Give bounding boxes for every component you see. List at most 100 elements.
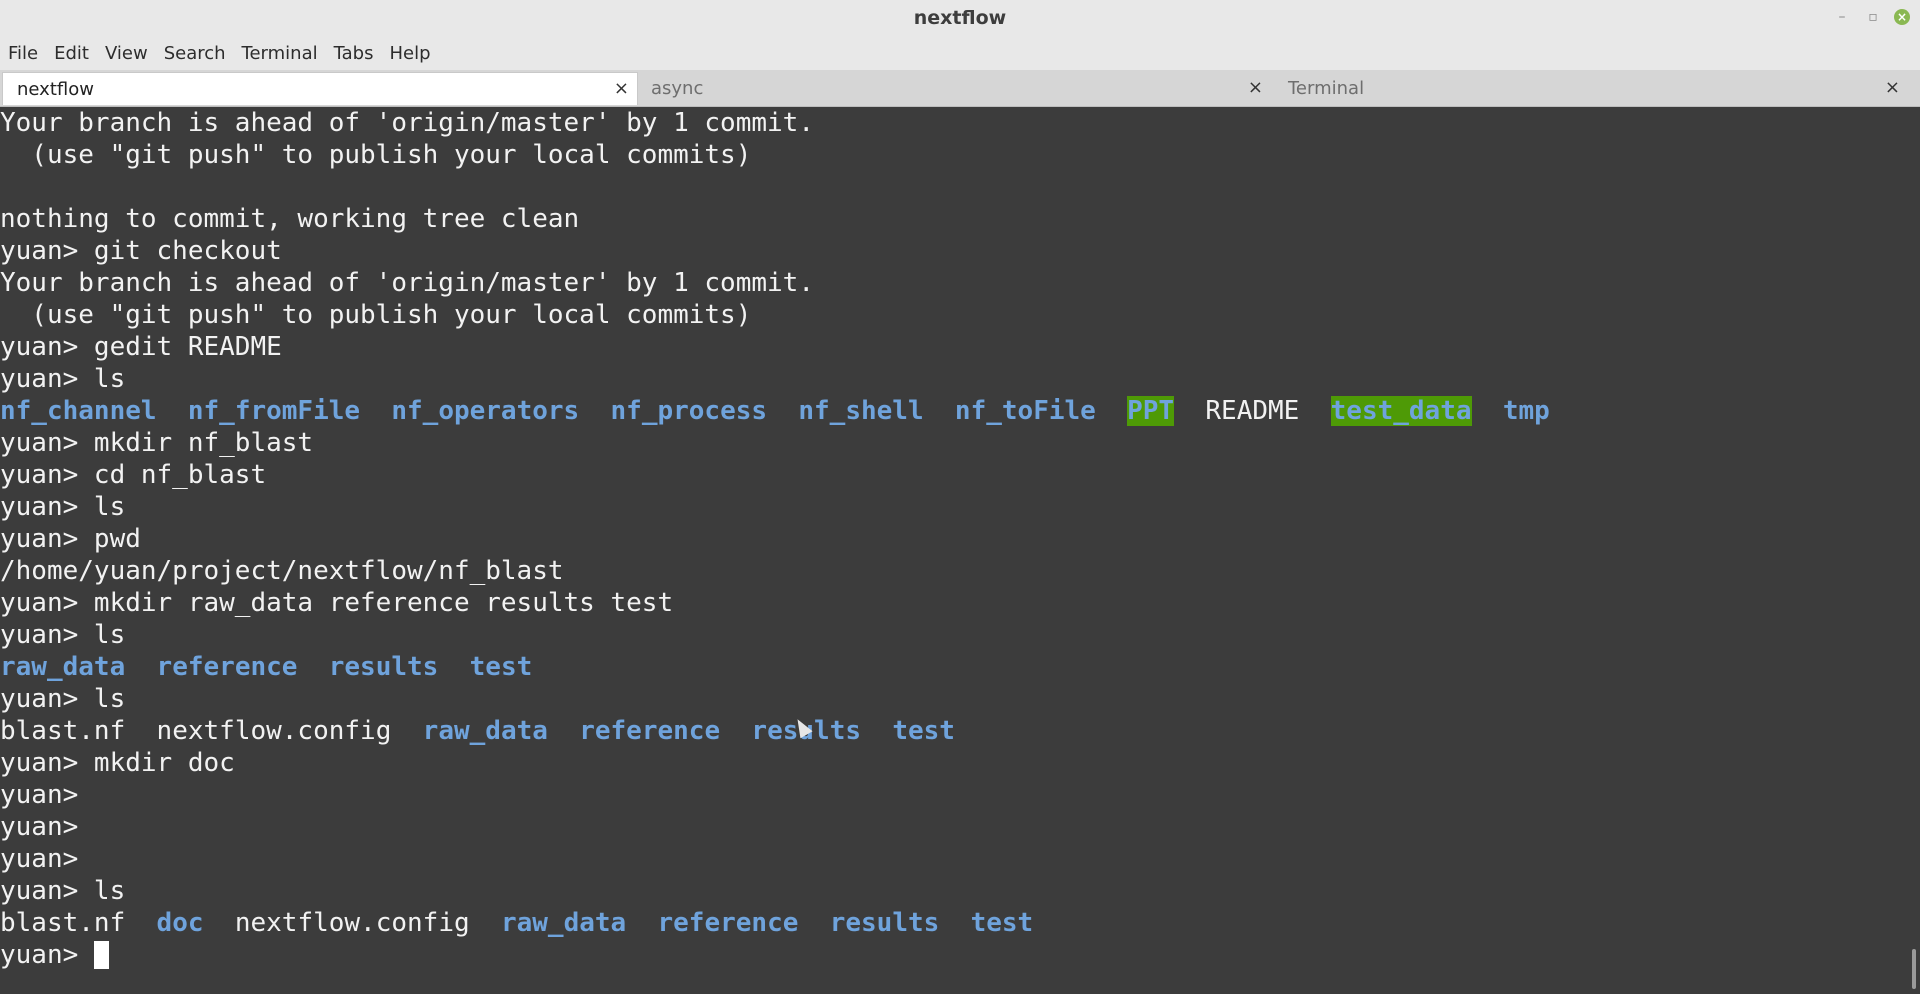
menu-view[interactable]: View bbox=[105, 43, 148, 64]
directory-name: test bbox=[892, 716, 955, 746]
tab-label: async bbox=[651, 78, 704, 99]
directory-name: tmp bbox=[1502, 396, 1550, 426]
terminal-text: yuan> mkdir doc bbox=[0, 748, 235, 778]
close-tab-icon[interactable]: × bbox=[1248, 77, 1263, 98]
directory-name: results bbox=[328, 652, 439, 682]
terminal-line: yuan> bbox=[0, 779, 1908, 811]
tab-label: nextflow bbox=[17, 79, 94, 100]
file-name: blast.nf bbox=[0, 716, 126, 746]
terminal-line: yuan> ls bbox=[0, 619, 1908, 651]
directory-name: nf_channel bbox=[0, 396, 157, 426]
directory-name: raw_data bbox=[0, 652, 126, 682]
directory-name: nf_process bbox=[610, 396, 768, 426]
terminal-text: yuan> bbox=[0, 780, 94, 810]
tab-async[interactable]: async × bbox=[637, 72, 1271, 104]
menu-help[interactable]: Help bbox=[389, 43, 430, 64]
terminal-text: yuan> bbox=[0, 844, 94, 874]
terminal-text: yuan> git checkout bbox=[0, 236, 282, 266]
terminal-text: yuan> gedit README bbox=[0, 332, 282, 362]
terminal-line: nf_channel nf_fromFile nf_operators nf_p… bbox=[0, 395, 1908, 427]
terminal-line: yuan> bbox=[0, 843, 1908, 875]
terminal-text: yuan> bbox=[0, 812, 94, 842]
directory-name: reference bbox=[156, 652, 298, 682]
terminal-text: Your branch is ahead of 'origin/master' … bbox=[0, 108, 814, 138]
scrollbar-thumb[interactable] bbox=[1912, 949, 1916, 989]
directory-name: test bbox=[970, 908, 1034, 938]
terminal-line: yuan> mkdir raw_data reference results t… bbox=[0, 587, 1908, 619]
highlighted-directory: PPT bbox=[1127, 396, 1175, 426]
menu-terminal[interactable]: Terminal bbox=[242, 43, 318, 64]
directory-name: nf_shell bbox=[798, 396, 924, 426]
terminal-line: yuan> gedit README bbox=[0, 331, 1908, 363]
terminal-text: yuan> mkdir raw_data reference results t… bbox=[0, 588, 674, 618]
menu-search[interactable]: Search bbox=[164, 43, 226, 64]
terminal-line: yuan> mkdir doc bbox=[0, 747, 1908, 779]
directory-name: nf_operators bbox=[391, 396, 580, 426]
close-window-icon[interactable]: × bbox=[1894, 9, 1910, 25]
terminal-line: yuan> ls bbox=[0, 683, 1908, 715]
tab-nextflow[interactable]: nextflow × bbox=[2, 72, 638, 105]
text-cursor bbox=[93, 941, 109, 969]
directory-name: raw_data bbox=[500, 908, 627, 938]
terminal-line: yuan> git checkout bbox=[0, 235, 1908, 267]
menu-file[interactable]: File bbox=[8, 43, 38, 64]
tab-label: Terminal bbox=[1288, 78, 1365, 99]
terminal-line: yuan> mkdir nf_blast bbox=[0, 427, 1908, 459]
menu-edit[interactable]: Edit bbox=[54, 43, 89, 64]
menu-tabs[interactable]: Tabs bbox=[334, 43, 374, 64]
terminal-text: yuan> ls bbox=[0, 684, 126, 714]
title-bar: nextflow – ▫ × bbox=[0, 0, 1920, 36]
terminal-text: yuan> pwd bbox=[0, 524, 141, 554]
directory-name: reference bbox=[657, 908, 799, 938]
scrollbar[interactable] bbox=[1908, 107, 1920, 994]
terminal-output[interactable]: Your branch is ahead of 'origin/master' … bbox=[0, 107, 1908, 994]
terminal-line: Your branch is ahead of 'origin/master' … bbox=[0, 267, 1908, 299]
directory-name: reference bbox=[579, 716, 721, 746]
terminal-text: yuan> ls bbox=[0, 620, 126, 650]
terminal-line: (use "git push" to publish your local co… bbox=[0, 139, 1908, 171]
terminal-line: yuan> cd nf_blast bbox=[0, 459, 1908, 491]
close-tab-icon[interactable]: × bbox=[1885, 77, 1900, 98]
file-name: README bbox=[1205, 396, 1300, 426]
directory-name: test bbox=[469, 652, 533, 682]
directory-name: results bbox=[829, 908, 940, 938]
terminal-line: yuan> bbox=[0, 939, 1908, 971]
close-tab-icon[interactable]: × bbox=[614, 78, 629, 99]
directory-name: doc bbox=[156, 908, 204, 938]
minimize-icon[interactable]: – bbox=[1833, 8, 1851, 26]
terminal-line: raw_data reference results test bbox=[0, 651, 1908, 683]
terminal-text: yuan> cd nf_blast bbox=[0, 460, 267, 490]
directory-name: nf_fromFile bbox=[187, 396, 361, 426]
terminal-text: Your branch is ahead of 'origin/master' … bbox=[0, 268, 814, 298]
terminal-line: yuan> ls bbox=[0, 363, 1908, 395]
terminal-text: yuan> ls bbox=[0, 364, 126, 394]
terminal-text: (use "git push" to publish your local co… bbox=[0, 140, 752, 170]
file-name: blast.nf bbox=[0, 908, 126, 938]
tab-terminal[interactable]: Terminal × bbox=[1274, 72, 1908, 104]
terminal-line: (use "git push" to publish your local co… bbox=[0, 299, 1908, 331]
terminal-line: yuan> pwd bbox=[0, 523, 1908, 555]
maximize-icon[interactable]: ▫ bbox=[1864, 8, 1882, 26]
file-name: nextflow.config bbox=[234, 908, 470, 938]
terminal-line: /home/yuan/project/nextflow/nf_blast bbox=[0, 555, 1908, 587]
terminal-line: blast.nf nextflow.config raw_data refere… bbox=[0, 715, 1908, 747]
